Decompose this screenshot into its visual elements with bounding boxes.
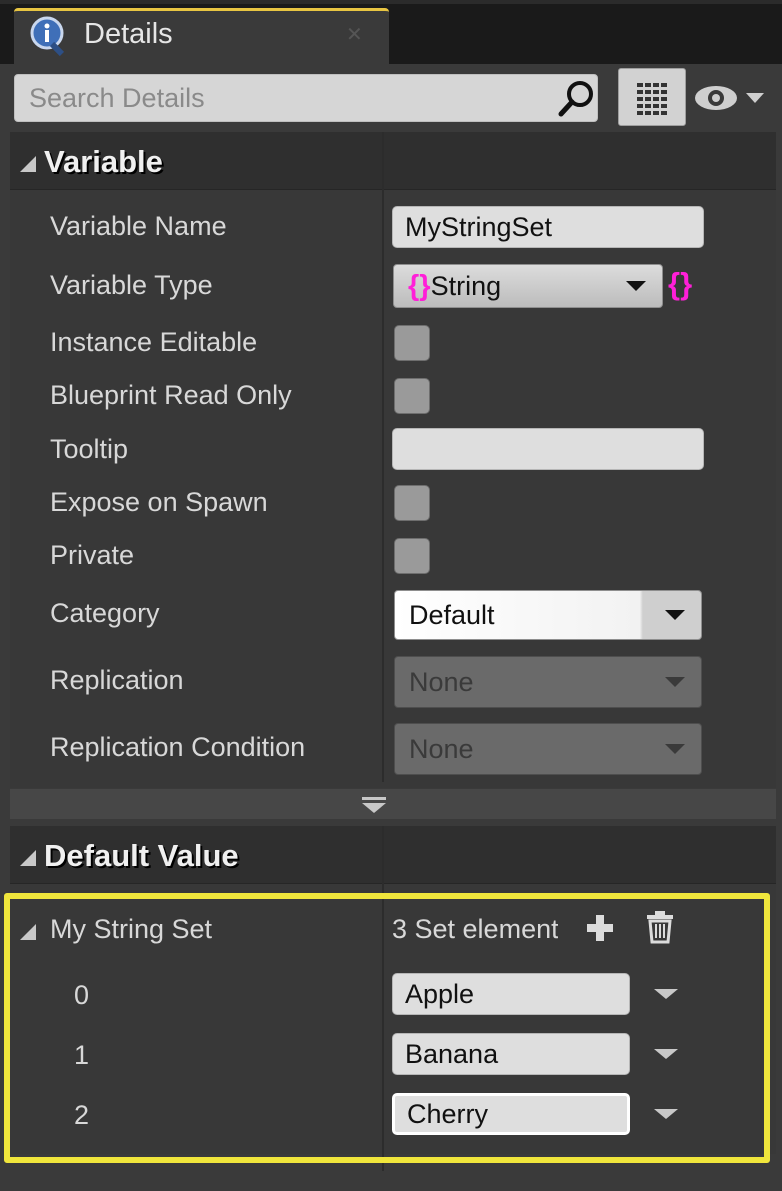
tooltip-label: Tooltip [50,434,129,464]
tab-title: Details [84,18,173,50]
variable-type-dropdown[interactable]: {}String [393,264,663,308]
chevron-down-icon[interactable] [654,1109,678,1119]
instance-editable-label: Instance Editable [50,327,258,357]
tab-strip-edge [0,0,782,4]
variable-type-value: String [430,271,502,301]
string-pin-icon: {} [408,270,431,302]
set-count: 3 Set element [392,914,558,944]
category-title: Default Value [44,838,239,873]
instance-editable-checkbox[interactable] [394,325,430,361]
replication-condition-dropdown[interactable]: None [394,723,702,775]
variable-name-input[interactable]: MyStringSet [392,206,704,248]
tooltip-input[interactable] [392,428,704,470]
category-label: Category [50,598,160,628]
collapse-arrow-icon[interactable] [20,850,36,866]
blueprint-read-only-checkbox[interactable] [394,378,430,414]
grid-icon [637,81,667,117]
plus-icon[interactable] [584,913,616,943]
chevron-down-icon[interactable] [654,1049,678,1059]
replication-condition-label: Replication Condition [50,732,306,762]
replication-label: Replication [50,665,184,695]
grid-view-button[interactable] [618,68,686,126]
collapse-arrow-icon[interactable] [20,924,36,940]
column-divider [382,132,384,782]
private-label: Private [50,540,135,570]
replication-condition-value: None [409,734,474,764]
search-icon[interactable] [556,78,598,120]
set-element-input[interactable]: Banana [392,1033,630,1075]
variable-type-label: Variable Type [50,270,213,300]
advanced-expander[interactable] [10,789,776,819]
set-element-index: 0 [74,980,90,1010]
trash-icon[interactable] [644,910,676,944]
eye-icon[interactable] [694,80,768,116]
category-header-default-value[interactable]: Default Value [10,826,776,884]
category-combobox[interactable]: Default [394,590,702,640]
info-icon [30,16,65,57]
close-icon[interactable]: ✕ [346,22,363,47]
expand-advanced-icon[interactable] [360,795,388,815]
set-label: My String Set [50,914,213,944]
chevron-down-icon[interactable] [665,610,685,620]
replication-value: None [409,667,474,697]
column-divider [382,826,384,1171]
chevron-down-icon [626,281,646,291]
set-element-index: 2 [74,1100,90,1130]
expose-on-spawn-label: Expose on Spawn [50,487,268,517]
private-checkbox[interactable] [394,538,430,574]
search-input[interactable]: Search Details [14,74,598,122]
category-header-variable[interactable]: Variable [10,132,776,190]
set-element-input[interactable]: Apple [392,973,630,1015]
expose-on-spawn-checkbox[interactable] [394,485,430,521]
blueprint-read-only-label: Blueprint Read Only [50,380,292,410]
category-title: Variable [44,144,163,179]
collapse-arrow-icon[interactable] [20,156,36,172]
chevron-down-icon [665,677,685,687]
chevron-down-icon[interactable] [654,989,678,999]
category-value: Default [409,600,495,630]
variable-name-label: Variable Name [50,211,227,241]
container-type-icon[interactable]: {} [668,266,692,302]
set-element-index: 1 [74,1040,90,1070]
chevron-down-icon [665,744,685,754]
replication-dropdown[interactable]: None [394,656,702,708]
set-element-input[interactable]: Cherry [392,1093,630,1135]
